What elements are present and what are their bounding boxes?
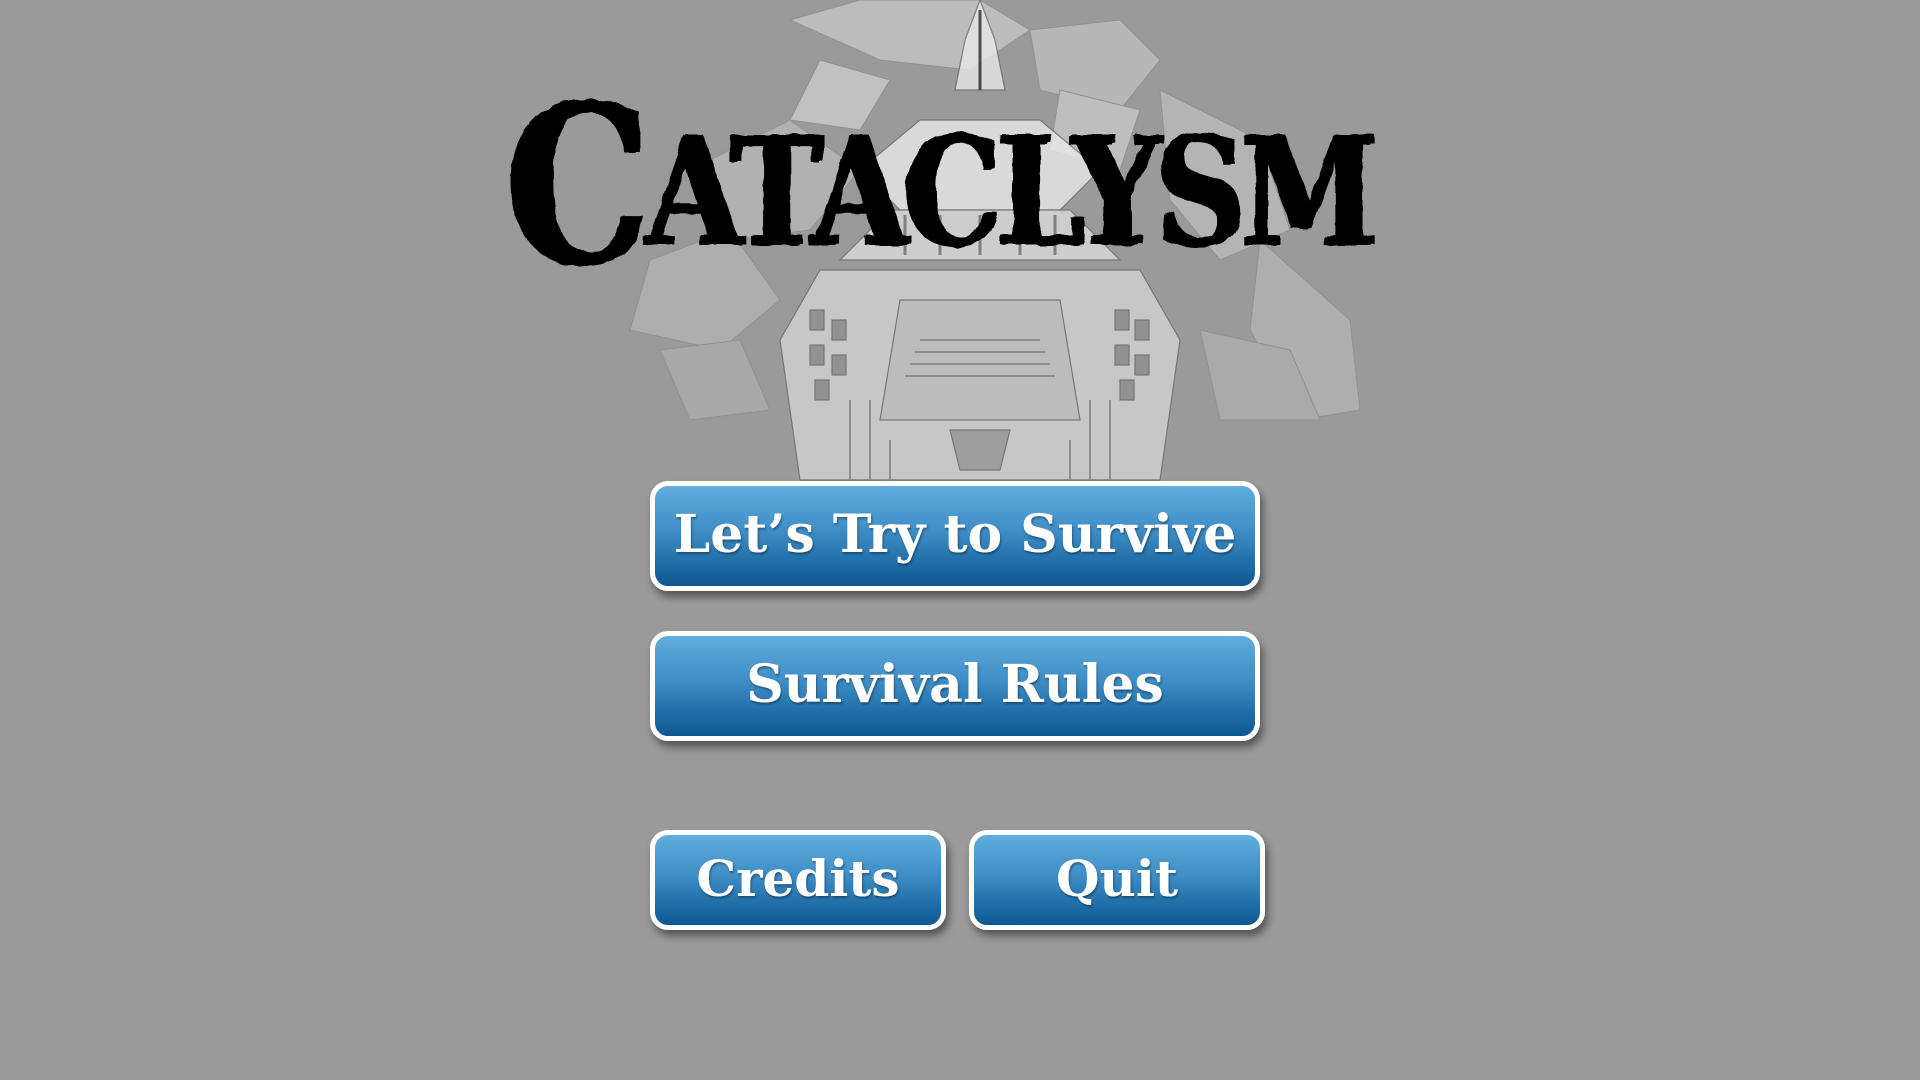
game-title-logo: Cataclysm [505,55,1378,314]
main-menu-screen: Cataclysm Let’s Try to Survive Survival … [0,0,1920,1080]
start-game-button[interactable]: Let’s Try to Survive [650,481,1260,591]
start-game-button-label: Let’s Try to Survive [673,504,1237,565]
survival-rules-button-label: Survival Rules [746,654,1164,715]
game-title-rest: ataclysm [645,104,1378,280]
credits-button-label: Credits [696,849,900,908]
credits-button[interactable]: Credits [650,830,946,930]
quit-button-label: Quit [1056,849,1178,908]
survival-rules-button[interactable]: Survival Rules [650,631,1260,741]
quit-button[interactable]: Quit [969,830,1265,930]
game-title-first-letter: C [505,55,650,314]
